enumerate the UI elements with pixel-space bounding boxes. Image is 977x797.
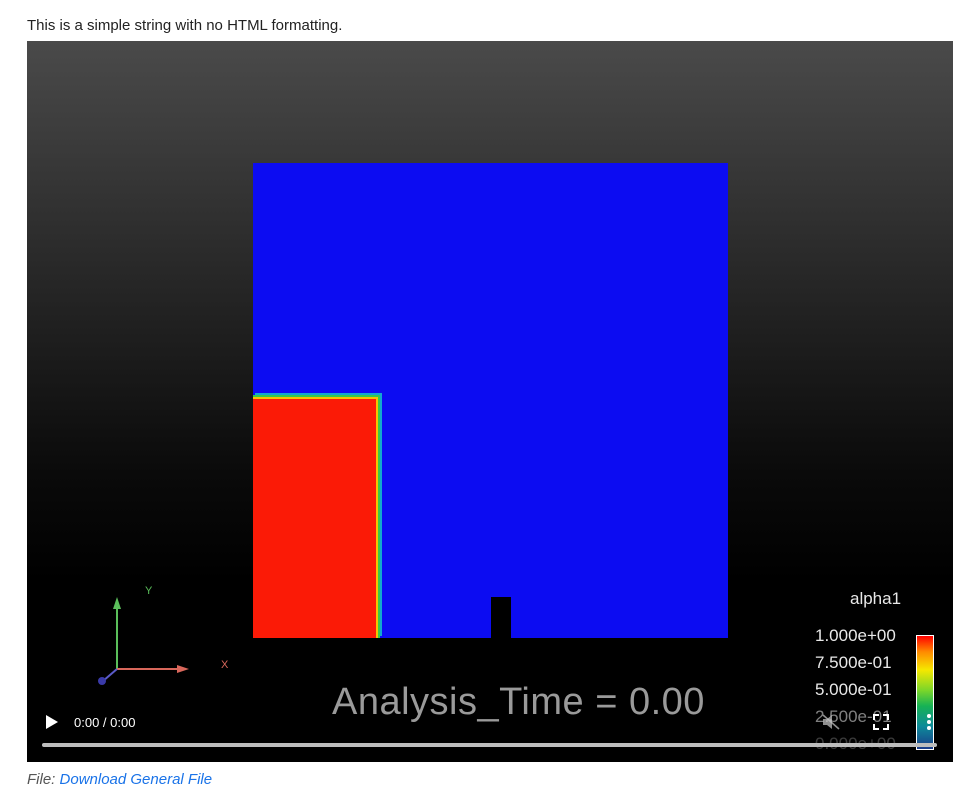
intro-text: This is a simple string with no HTML for… [27,17,343,34]
mute-button[interactable] [821,713,841,731]
water-column [253,399,376,638]
file-caption: File: Download General File [27,771,212,788]
simulation-domain [253,163,728,638]
caption-prefix: File: [27,771,56,788]
play-icon [46,715,58,729]
video-controls: 0:00 / 0:00 [27,692,953,762]
time-display: 0:00 / 0:00 [74,715,136,730]
more-options-button[interactable] [923,712,935,732]
fullscreen-button[interactable] [873,714,889,730]
volume-muted-icon [822,714,840,730]
fullscreen-icon [873,714,889,730]
axes-triad: Y X [93,585,228,695]
legend-label: 1.000e+00 [815,626,896,645]
legend-title: alpha1 [850,589,902,608]
x-axis-label: X [221,659,229,671]
axes-triad-icon [98,597,189,685]
more-vertical-icon [927,714,931,730]
download-link[interactable]: Download General File [60,771,213,788]
play-button[interactable] [45,714,59,730]
legend-label: 7.500e-01 [815,653,892,672]
y-axis-label: Y [145,585,153,597]
video-player[interactable]: Y X Analysis_Time = 0.00 alpha1 1.000e+0… [27,41,953,762]
progress-bar[interactable] [42,743,937,747]
obstacle [491,597,511,638]
